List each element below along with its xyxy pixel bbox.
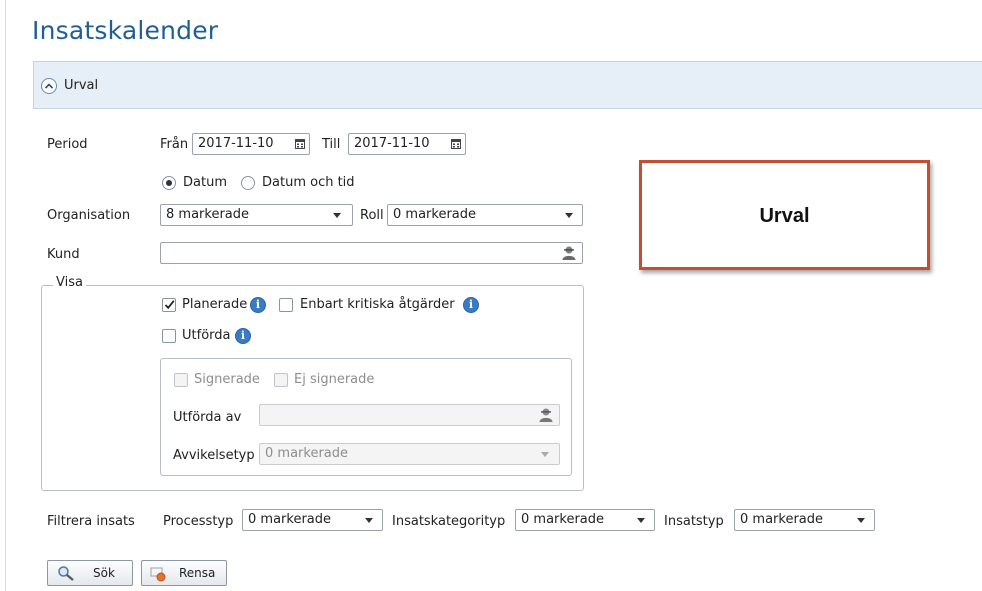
avvikelsetyp-select[interactable]: 0 markerade [259, 443, 560, 465]
datum-radio-label: Datum [183, 175, 227, 190]
ej-signerade-label: Ej signerade [294, 372, 375, 387]
avvikelsetyp-chevron-down-icon [541, 452, 549, 457]
planerade-info-icon[interactable]: i [250, 297, 266, 313]
urval-section-header[interactable] [33, 61, 982, 109]
person-search-icon[interactable] [561, 245, 577, 265]
roll-label: Roll [360, 208, 384, 223]
kritiska-label: Enbart kritiska åtgärder [300, 297, 455, 312]
section-title: Urval [64, 78, 99, 93]
utforda-av-label: Utförda av [173, 410, 242, 425]
insatstyp-select[interactable]: 0 markerade [734, 509, 875, 531]
kritiska-info-icon[interactable]: i [463, 297, 479, 313]
signerade-label: Signerade [194, 372, 260, 387]
insatstyp-chevron-down-icon [857, 518, 865, 523]
from-label: Från [160, 137, 189, 152]
signerade-checkbox[interactable] [174, 373, 188, 387]
filtrera-insats-label: Filtrera insats [47, 514, 135, 529]
eraser-icon [150, 567, 166, 582]
page-title: Insatskalender [32, 16, 219, 45]
utforda-info-icon[interactable]: i [235, 328, 251, 344]
processtyp-select[interactable]: 0 markerade [242, 509, 383, 531]
search-button-label: Sök [93, 566, 115, 580]
callout-label: Urval [759, 205, 810, 227]
roll-select[interactable]: 0 markerade [387, 204, 583, 226]
processtyp-chevron-down-icon [365, 518, 373, 523]
utforda-checkbox[interactable] [162, 329, 176, 343]
clear-button-label: Rensa [179, 566, 216, 580]
datum-radio[interactable] [162, 176, 176, 190]
datum-och-tid-radio-label: Datum och tid [262, 175, 355, 190]
person-search-icon[interactable] [538, 407, 554, 427]
avvikelsetyp-label: Avvikelsetyp [173, 448, 255, 463]
from-calendar-icon[interactable] [290, 133, 310, 155]
organisation-chevron-down-icon [333, 213, 341, 218]
visa-legend: Visa [53, 275, 86, 290]
organisation-select[interactable]: 8 markerade [160, 204, 353, 226]
insatstyp-label: Insatstyp [664, 514, 724, 529]
to-calendar-icon[interactable] [446, 133, 466, 155]
left-border [5, 0, 6, 591]
roll-chevron-down-icon [565, 213, 573, 218]
kritiska-checkbox[interactable] [279, 298, 293, 312]
insatskategorityp-label: Insatskategorityp [392, 514, 506, 529]
planerade-checkbox[interactable] [162, 298, 176, 312]
collapse-chevron-up-icon[interactable] [41, 78, 57, 94]
kund-label: Kund [47, 247, 80, 262]
insatskategorityp-chevron-down-icon [637, 518, 645, 523]
to-label: Till [322, 137, 341, 152]
clear-button[interactable]: Rensa [141, 560, 227, 586]
ej-signerade-checkbox[interactable] [274, 373, 288, 387]
utforda-av-input[interactable] [259, 404, 560, 426]
utforda-label: Utförda [182, 328, 231, 343]
datum-och-tid-radio[interactable] [241, 176, 255, 190]
planerade-label: Planerade [182, 297, 248, 312]
period-label: Period [47, 137, 88, 152]
insatskategorityp-select[interactable]: 0 markerade [515, 509, 655, 531]
processtyp-label: Processtyp [163, 514, 234, 529]
kund-input[interactable] [160, 242, 583, 264]
search-button[interactable]: Sök [47, 560, 133, 586]
organisation-label: Organisation [47, 208, 131, 223]
magnifier-icon [58, 566, 74, 581]
